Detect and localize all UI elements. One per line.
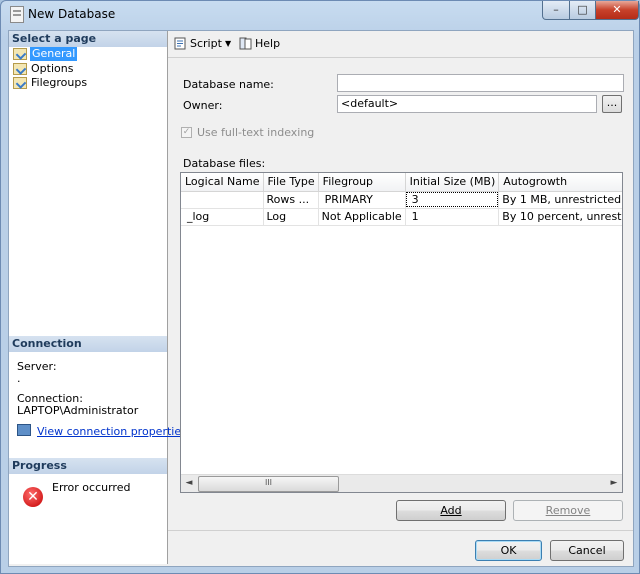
database-name-input[interactable]	[337, 74, 624, 92]
horizontal-scrollbar[interactable]: ◄ III ►	[181, 474, 622, 492]
script-label: Script	[190, 37, 222, 50]
error-icon: ✕	[23, 487, 43, 507]
files-table: Logical Name File Type Filegroup Initial…	[181, 173, 622, 226]
new-database-window: New Database – □ ✕ Select a page General…	[0, 0, 640, 574]
connection-properties-icon	[17, 424, 31, 436]
page-icon	[13, 63, 27, 75]
script-button[interactable]: Script	[174, 37, 222, 51]
connection-header: Connection	[9, 336, 167, 352]
database-name-label: Database name:	[183, 78, 274, 91]
page-item-label: Options	[31, 62, 74, 75]
database-files-grid[interactable]: Logical Name File Type Filegroup Initial…	[180, 172, 623, 493]
title-bar[interactable]: New Database – □ ✕	[1, 1, 639, 27]
help-icon	[239, 37, 252, 50]
remove-button[interactable]: Remove	[513, 500, 623, 521]
add-button[interactable]: Add	[396, 500, 506, 521]
help-button[interactable]: Help	[239, 37, 280, 51]
server-value: .	[17, 372, 21, 385]
database-files-label: Database files:	[183, 157, 266, 170]
table-row[interactable]: _log Log Not Applicable 1 By 10 percent,…	[181, 208, 622, 226]
left-pane: Select a page General Options Filegroups…	[9, 31, 187, 564]
page-item-label: Filegroups	[31, 76, 88, 89]
filegroup-cell[interactable]: PRIMARY	[318, 191, 406, 209]
select-page-header: Select a page	[9, 31, 167, 47]
table-header-row: Logical Name File Type Filegroup Initial…	[181, 173, 622, 192]
minimize-button[interactable]: –	[542, 1, 570, 20]
progress-header: Progress	[9, 458, 167, 474]
initial-size-cell[interactable]: 3	[405, 191, 500, 209]
column-header[interactable]: File Type	[263, 173, 319, 192]
window-title: New Database	[28, 7, 116, 21]
fulltext-checkbox[interactable]: ✓	[181, 127, 192, 138]
table-row[interactable]: Rows ... PRIMARY 3 By 1 MB, unrestricted…	[181, 191, 622, 209]
fulltext-label: Use full-text indexing	[197, 126, 315, 139]
owner-input[interactable]: <default>	[337, 95, 597, 113]
scroll-right-icon[interactable]: ►	[606, 475, 622, 492]
file-type-cell[interactable]: Log	[263, 208, 319, 226]
view-connection-properties-link[interactable]: View connection properties	[37, 425, 187, 438]
logical-name-cell[interactable]: _log	[181, 208, 264, 226]
remove-label: Remove	[545, 504, 591, 517]
help-label: Help	[255, 37, 281, 50]
page-icon	[13, 77, 27, 89]
toolbar: Script ▼ Help	[168, 31, 633, 58]
column-header[interactable]: Autogrowth	[498, 173, 622, 192]
page-item-label: General	[30, 47, 78, 61]
script-icon	[174, 37, 187, 50]
ok-button[interactable]: OK	[475, 540, 542, 561]
initial-size-cell[interactable]: 1	[405, 208, 500, 226]
column-header[interactable]: Initial Size (MB)	[405, 173, 500, 192]
progress-status: Error occurred	[52, 481, 131, 494]
column-header[interactable]: Filegroup	[318, 173, 406, 192]
maximize-button[interactable]: □	[569, 1, 596, 20]
footer-divider	[168, 530, 633, 531]
file-type-cell[interactable]: Rows ...	[263, 191, 319, 209]
scroll-left-icon[interactable]: ◄	[181, 475, 197, 492]
owner-label: Owner:	[183, 99, 223, 112]
autogrowth-cell[interactable]: By 10 percent, unrestricted growth	[498, 208, 622, 226]
cancel-button[interactable]: Cancel	[550, 540, 624, 561]
server-label: Server:	[17, 360, 57, 373]
connection-value: LAPTOP\Administrator	[17, 404, 139, 417]
database-icon	[10, 6, 24, 23]
logical-name-cell[interactable]	[181, 191, 264, 209]
filegroup-cell[interactable]: Not Applicable	[318, 208, 406, 226]
close-button[interactable]: ✕	[595, 1, 639, 20]
dialog-client-area: Select a page General Options Filegroups…	[8, 30, 634, 567]
scroll-thumb[interactable]: III	[198, 476, 339, 492]
script-dropdown-arrow[interactable]: ▼	[225, 37, 231, 51]
page-icon	[13, 48, 27, 60]
column-header[interactable]: Logical Name	[181, 173, 264, 192]
autogrowth-cell[interactable]: By 1 MB, unrestricted growth	[498, 191, 622, 209]
add-label: Add	[440, 504, 462, 517]
owner-browse-button[interactable]: ...	[602, 95, 622, 113]
